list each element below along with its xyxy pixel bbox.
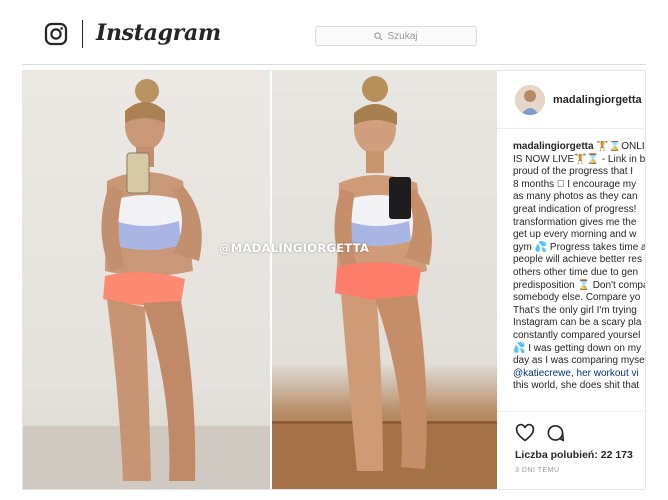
caption-line: get up every morning and w: [513, 229, 637, 241]
caption-line: great indication of progress!: [513, 203, 637, 215]
photo-before: [23, 71, 271, 489]
post-image[interactable]: @MADALINGIORGETTA: [23, 71, 497, 489]
likes-count[interactable]: Liczba polubień: 22 173: [515, 449, 633, 461]
instagram-wordmark[interactable]: Instagram: [96, 20, 221, 46]
caption-line: this world, she does shit that: [513, 380, 640, 392]
post-timestamp: 3 DNI TEMU: [515, 467, 560, 474]
actions-divider: [497, 411, 645, 412]
caption-line: 8 months 🏻 I encourage my: [513, 178, 637, 190]
caption-line: somebody else. Compare yo: [513, 292, 641, 304]
logo-separator: [82, 20, 83, 48]
caption-line: day as I was comparing myse: [513, 355, 645, 367]
caption-line: predisposition ⌛ Don't compa: [513, 279, 646, 291]
caption-line: IS NOW LIVE🏋⌛ - Link in bio: [513, 153, 646, 165]
author-username[interactable]: madalingiorgetta: [553, 94, 642, 106]
instagram-camera-icon[interactable]: [44, 22, 68, 46]
caption-line: Instagram can be a scary pla: [513, 317, 642, 329]
caption-line: proud of the progress that I: [513, 166, 634, 178]
caption-line: 🏋⌛ONLINE: [596, 141, 645, 152]
photo-after: [271, 71, 497, 489]
figure-after-illustration: [271, 76, 497, 489]
figure-before-illustration: [23, 79, 271, 489]
caption-line: as many photos as they can: [513, 191, 638, 203]
caption-line: people will achieve better res: [513, 254, 642, 266]
caption-line: others other time due to gen: [513, 266, 639, 278]
caption-line: That's the only girl I'm trying: [513, 304, 637, 316]
post-caption: madalingiorgetta 🏋⌛ONLINE IS NOW LIVE🏋⌛ …: [513, 141, 646, 393]
avatar[interactable]: [515, 85, 545, 115]
caption-line: constantly compared yoursel: [513, 329, 641, 341]
search-input[interactable]: Szukaj: [315, 26, 477, 46]
comment-icon[interactable]: [545, 423, 565, 443]
photo-divider: [270, 71, 272, 489]
caption-line: gym 💦 Progress takes time a: [513, 241, 646, 253]
post-sidebar: madalingiorgetta madalingiorgetta 🏋⌛ONLI…: [497, 71, 646, 489]
caption-username[interactable]: madalingiorgetta: [513, 141, 594, 152]
photo-watermark: @MADALINGIORGETTA: [219, 241, 370, 255]
post-card: @MADALINGIORGETTA madalingiorgetta madal…: [22, 70, 646, 490]
caption-line: 💦 I was getting down on my: [513, 342, 642, 354]
avatar-image: [515, 85, 545, 115]
header-divider: [22, 64, 646, 65]
caption-line: transformation gives me the: [513, 216, 637, 228]
top-navigation-bar: Instagram Szukaj: [0, 0, 668, 66]
caption-mention-line[interactable]: @katiecrewe, her workout vi: [513, 368, 639, 379]
search-placeholder: Szukaj: [387, 30, 418, 42]
post-author-header: madalingiorgetta: [497, 71, 645, 129]
heart-icon[interactable]: [515, 423, 535, 443]
search-icon: [374, 31, 383, 40]
